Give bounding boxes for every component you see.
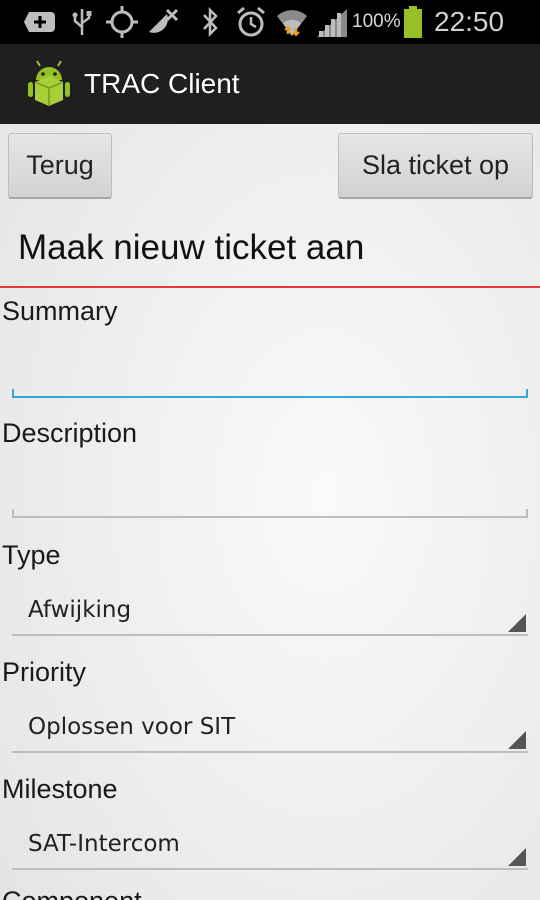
notification-plus-icon [22, 6, 58, 38]
gps-icon [104, 6, 140, 38]
page-title: Maak nieuw ticket aan [18, 228, 365, 267]
milestone-dropdown[interactable]: SAT-Intercom [12, 822, 528, 870]
back-button[interactable]: Terug [8, 133, 112, 199]
dropdown-arrow-icon [508, 848, 526, 866]
title-divider [0, 286, 540, 288]
action-bar: TRAC Client [0, 44, 540, 124]
milestone-label: Milestone [2, 774, 118, 804]
component-label: Component [2, 886, 142, 900]
milestone-selected-value: SAT-Intercom [28, 831, 180, 857]
bluetooth-icon [198, 6, 222, 38]
alarm-icon [234, 6, 268, 38]
description-input[interactable] [12, 472, 528, 516]
description-label: Description [2, 418, 138, 448]
description-field[interactable] [12, 472, 528, 518]
priority-selected-value: Oplossen voor SIT [28, 714, 236, 740]
app-title: TRAC Client [84, 68, 240, 99]
clock: 22:50 [434, 6, 505, 37]
dropdown-arrow-icon [508, 731, 526, 749]
usb-icon [68, 6, 96, 38]
type-dropdown[interactable]: Afwijking [12, 588, 528, 636]
type-selected-value: Afwijking [28, 597, 132, 623]
dropdown-arrow-icon [508, 614, 526, 632]
summary-input[interactable] [12, 352, 528, 396]
save-ticket-button[interactable]: Sla ticket op [338, 133, 533, 199]
status-bar: 100% 22:50 [0, 0, 540, 44]
battery-icon [402, 6, 424, 38]
battery-percent: 100% [352, 11, 401, 32]
summary-label: Summary [2, 296, 118, 326]
signal-icon [314, 6, 350, 38]
wifi-icon [274, 6, 310, 38]
priority-label: Priority [2, 657, 87, 687]
android-app-icon[interactable] [26, 60, 72, 110]
no-signal-dish-icon [144, 6, 182, 38]
type-label: Type [2, 540, 61, 570]
priority-dropdown[interactable]: Oplossen voor SIT [12, 705, 528, 753]
summary-field[interactable] [12, 352, 528, 398]
